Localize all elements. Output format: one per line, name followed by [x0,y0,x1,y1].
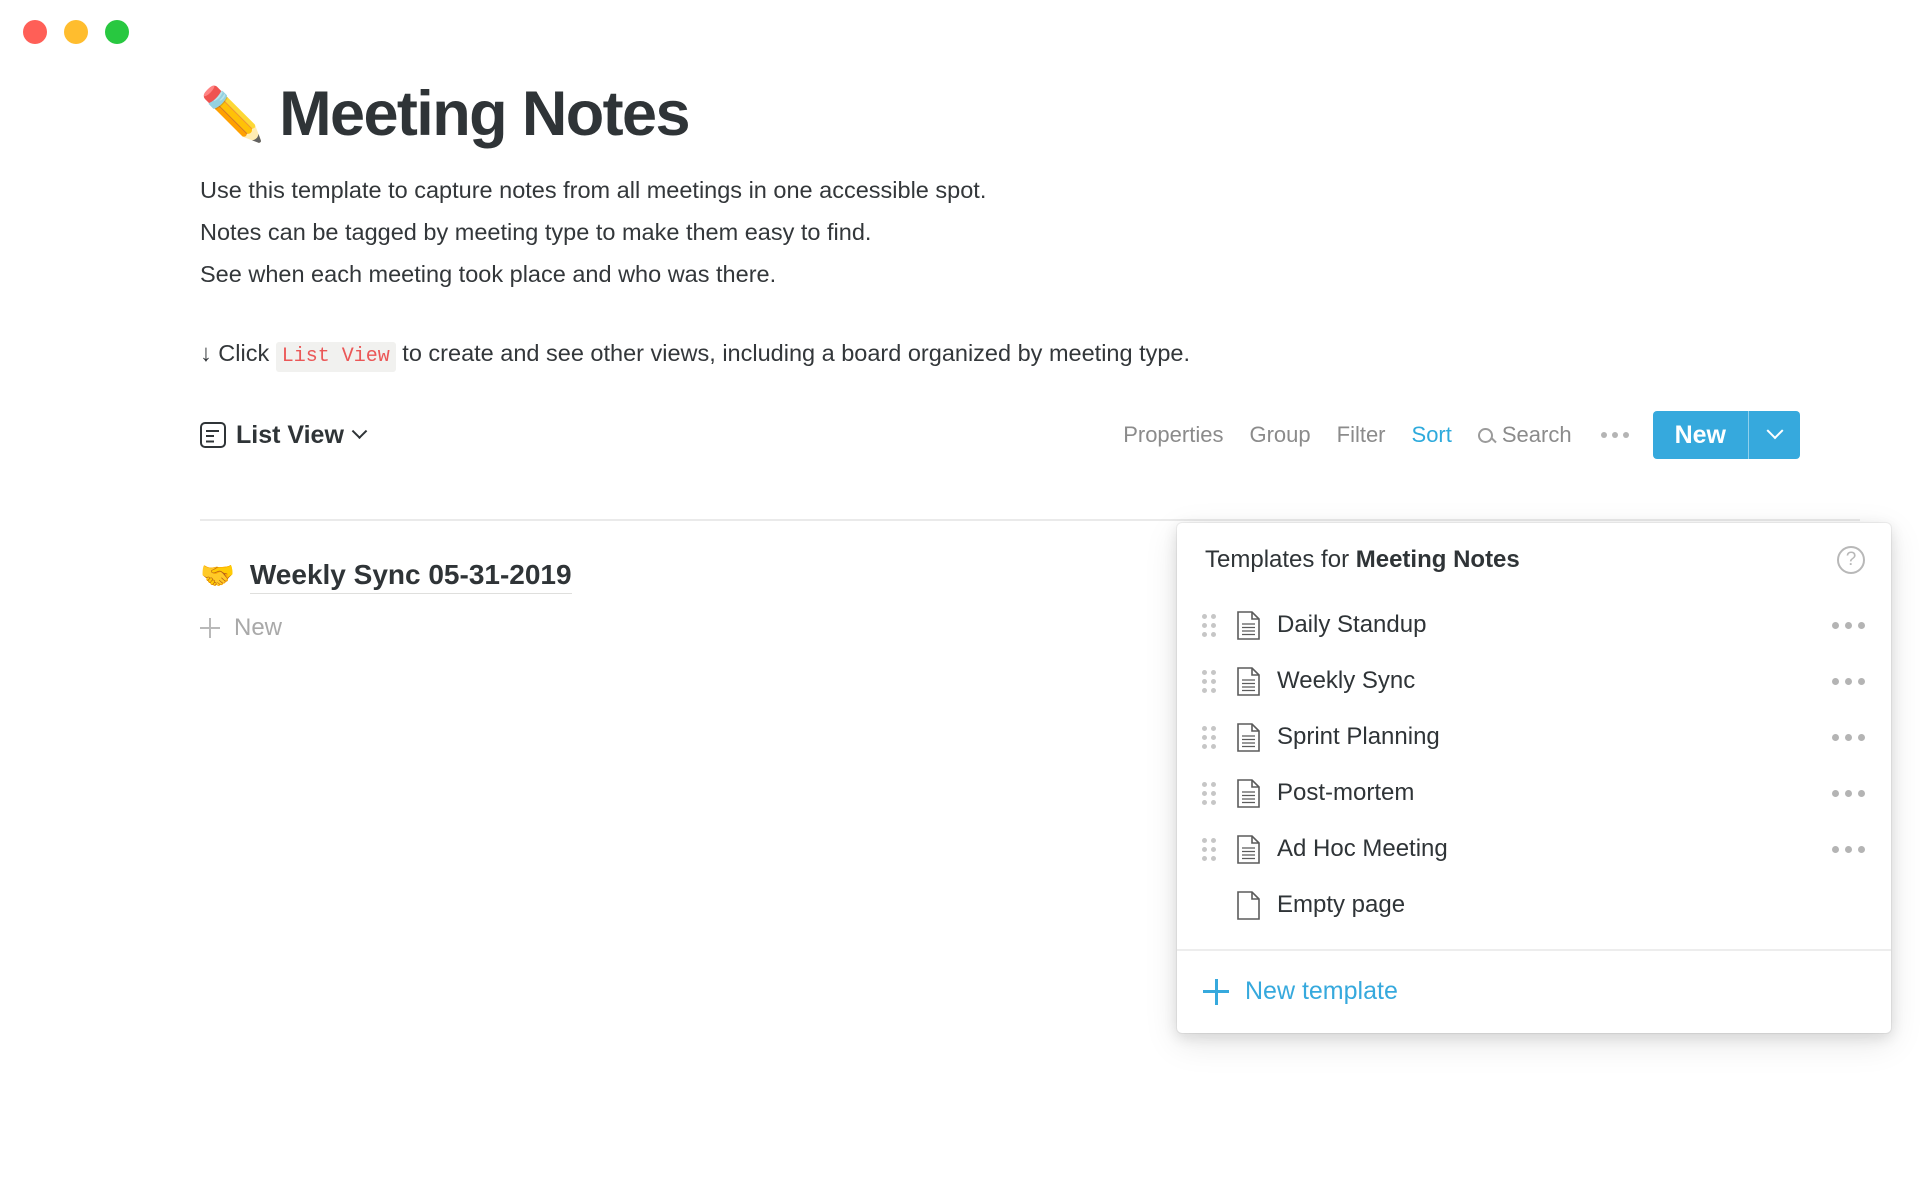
ellipsis-icon [1600,432,1607,439]
ellipsis-icon [1611,432,1618,439]
template-item-label: Daily Standup [1277,611,1427,638]
properties-button[interactable]: Properties [1110,422,1236,448]
drag-handle-icon[interactable] [1199,781,1219,805]
templates-popup-database-name: Meeting Notes [1355,546,1520,573]
page-description: Use this template to capture notes from … [200,169,1860,295]
template-item-label: Weekly Sync [1277,667,1416,694]
toolbar-divider [200,519,1860,521]
drag-handle-icon[interactable] [1199,837,1219,861]
maximize-window-button[interactable] [105,20,129,44]
plus-icon [200,618,220,638]
new-button[interactable]: New [1652,411,1748,460]
page-hint: ↓ Click List View to create and see othe… [200,335,1860,375]
template-item-menu-button[interactable] [1832,621,1865,629]
templates-list: Daily Standup Weekly Sync Sprint Plannin… [1177,597,1891,943]
list-view-icon [200,422,226,449]
page-emoji-icon: ✏️ [200,85,265,144]
toolbar-actions: Properties Group Filter Sort Search New [1110,411,1860,460]
new-dropdown-button[interactable] [1748,411,1800,460]
group-button[interactable]: Group [1236,422,1323,448]
page-title-text: Meeting Notes [279,79,690,149]
add-new-row-label: New [234,614,283,641]
sort-button[interactable]: Sort [1399,422,1465,448]
drag-handle-icon[interactable] [1199,669,1219,693]
template-item-daily-standup[interactable]: Daily Standup [1177,597,1891,653]
template-item-menu-button[interactable] [1832,845,1865,853]
drag-handle-icon[interactable] [1199,613,1219,637]
hint-prefix: ↓ Click [200,340,270,367]
template-item-label: Ad Hoc Meeting [1277,835,1448,862]
template-item-menu-button[interactable] [1832,789,1865,797]
chevron-down-icon [1766,422,1783,440]
search-icon [1477,427,1493,443]
document-lines-icon [1237,834,1260,864]
templates-popup-header: Templates for Meeting Notes ? [1177,523,1891,597]
hint-code-chip: List View [275,342,396,373]
template-item-label: Empty page [1277,891,1406,918]
templates-popup-title: Templates for Meeting Notes [1205,546,1520,574]
templates-popup: Templates for Meeting Notes ? Daily Stan… [1177,523,1891,1033]
question-mark-icon[interactable]: ? [1837,546,1865,574]
search-label: Search [1501,422,1572,448]
filter-button[interactable]: Filter [1324,422,1399,448]
plus-icon [1203,978,1229,1005]
database-list: 🤝 Weekly Sync 05-31-2019 New [200,552,1100,642]
new-template-label: New template [1245,977,1398,1005]
add-new-row-button[interactable]: New [200,614,1100,642]
minimize-window-button[interactable] [64,20,88,44]
description-line: Notes can be tagged by meeting type to m… [200,219,872,246]
template-item-ad-hoc-meeting[interactable]: Ad Hoc Meeting [1177,821,1891,877]
template-item-menu-button[interactable] [1832,677,1865,685]
app-window: ✏️ Meeting Notes Use this template to ca… [0,0,1920,1200]
document-lines-icon [1237,666,1260,696]
template-item-post-mortem[interactable]: Post-mortem [1177,765,1891,821]
template-item-label: Sprint Planning [1277,723,1440,750]
search-button[interactable]: Search [1465,422,1585,448]
list-item-title[interactable]: Weekly Sync 05-31-2019 [249,559,572,594]
document-lines-icon [1237,778,1260,808]
template-item-label: Post-mortem [1277,779,1415,806]
close-window-button[interactable] [23,20,47,44]
document-blank-icon [1237,890,1260,920]
window-controls [23,20,129,44]
new-template-button[interactable]: New template [1177,951,1891,1033]
template-item-weekly-sync[interactable]: Weekly Sync [1177,653,1891,709]
template-item-sprint-planning[interactable]: Sprint Planning [1177,709,1891,765]
drag-handle-icon[interactable] [1199,725,1219,749]
ellipsis-icon [1622,432,1629,439]
template-item-menu-button[interactable] [1832,733,1865,741]
list-item[interactable]: 🤝 Weekly Sync 05-31-2019 [200,552,1100,600]
window-titlebar [0,0,1920,62]
document-lines-icon [1237,610,1260,640]
description-line: See when each meeting took place and who… [200,261,777,288]
view-tab-list-view[interactable]: List View [200,420,368,450]
description-line: Use this template to capture notes from … [200,177,987,204]
view-toolbar: List View Properties Group Filter Sort S… [200,409,1860,461]
template-item-empty-page[interactable]: Empty page [1177,877,1891,933]
hint-suffix: to create and see other views, including… [402,340,1191,367]
page-content: ✏️ Meeting Notes Use this template to ca… [200,76,1860,461]
list-item-emoji-icon: 🤝 [200,560,235,591]
templates-popup-title-prefix: Templates for [1205,546,1356,573]
page-title: ✏️ Meeting Notes [200,76,1860,149]
view-tab-label: List View [236,420,344,449]
toolbar-more-button[interactable] [1585,432,1645,439]
new-button-group: New [1652,411,1800,460]
chevron-down-icon [351,423,368,439]
document-lines-icon [1237,722,1260,752]
